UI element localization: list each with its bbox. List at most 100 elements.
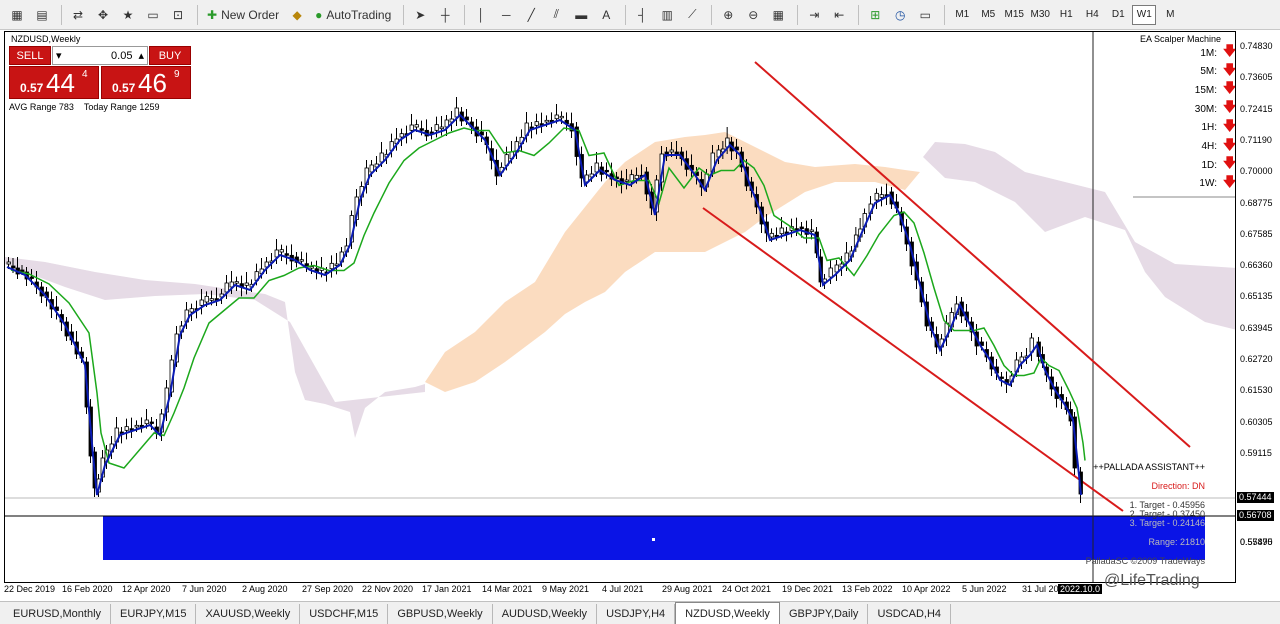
chart-tab[interactable]: XAUUSD,Weekly xyxy=(196,604,301,624)
line-chart-icon[interactable]: ⟋ xyxy=(681,4,703,26)
autoscroll-icon[interactable]: ⇥ xyxy=(803,4,825,26)
price-tick-label: 0.59115 xyxy=(1240,447,1272,458)
sell-quote[interactable]: 0.57 44 4 xyxy=(9,66,99,99)
candle-body xyxy=(419,128,424,131)
ea-row: 30M: 🡇 xyxy=(1155,99,1235,118)
symbol-title: NZDUSD,Weekly xyxy=(11,34,81,44)
price-tick-label: 0.68775 xyxy=(1240,197,1273,208)
indicators-icon[interactable]: ⊞ xyxy=(864,4,886,26)
vertical-line-icon[interactable]: │ xyxy=(470,4,492,26)
navigator-icon[interactable]: ✥ xyxy=(92,4,114,26)
chart-tab[interactable]: GBPUSD,Weekly xyxy=(388,604,493,624)
sell-button[interactable]: SELL xyxy=(9,46,51,65)
buy-quote-pips: 46 xyxy=(138,68,167,98)
candle-body xyxy=(604,169,609,173)
chart-tab[interactable]: NZDUSD,Weekly xyxy=(675,602,780,624)
time-tick-label: 13 Feb 2022 xyxy=(842,584,893,594)
candle-body xyxy=(209,298,214,301)
periods-icon[interactable]: ◷ xyxy=(889,4,911,26)
channel-icon[interactable]: ⫽ xyxy=(545,4,567,26)
chart-tab[interactable]: USDCHF,M15 xyxy=(300,604,389,624)
candlestick-icon[interactable]: ▥ xyxy=(656,4,678,26)
new-order-button[interactable]: ✚ New Order xyxy=(203,4,283,26)
chart-tab[interactable]: EURUSD,Monthly xyxy=(4,604,112,624)
text-icon[interactable]: A xyxy=(595,4,617,26)
rectangle-icon[interactable]: ▬ xyxy=(570,4,592,26)
favorites-icon[interactable]: ★ xyxy=(117,4,139,26)
terminal-icon[interactable]: ▭ xyxy=(142,4,164,26)
ea-row-label: 1W: xyxy=(1199,178,1217,190)
time-tick-label: 16 Feb 2020 xyxy=(62,584,113,594)
timeframe-m1[interactable]: M1 xyxy=(950,5,974,25)
chart-tab[interactable]: USDCAD,H4 xyxy=(868,604,952,624)
one-click-trading-panel: SELL ▾ 0.05 ▴ BUY 0.57 44 4 0.57 46 9 xyxy=(9,46,191,100)
toolbar-divider xyxy=(711,4,713,25)
time-tick-label: 10 Apr 2022 xyxy=(902,584,951,594)
candle-body xyxy=(144,419,149,425)
price-tick-label: 0.63945 xyxy=(1240,322,1273,333)
strategy-tester-icon[interactable]: ⊡ xyxy=(167,4,189,26)
sell-quote-fraction: 4 xyxy=(82,69,88,80)
lot-up-icon[interactable]: ▴ xyxy=(138,49,144,62)
candle-body xyxy=(399,133,404,138)
price-axis[interactable]: 0.57444 0.56708 0.74830 0.73605 0.72415 0.7… xyxy=(1236,31,1280,583)
pallada-direction: Direction: DN xyxy=(1151,481,1205,491)
metaeditor-icon[interactable]: ◆ xyxy=(286,4,308,26)
trendline-icon[interactable]: ╱ xyxy=(520,4,542,26)
chart-tab[interactable]: AUDUSD,Weekly xyxy=(493,604,598,624)
time-tick-label: 17 Jan 2021 xyxy=(422,584,472,594)
toolbar-divider xyxy=(197,4,198,25)
buy-button[interactable]: BUY xyxy=(149,46,191,65)
market-watch-icon[interactable]: ⇄ xyxy=(67,4,89,26)
chart-shift-icon[interactable]: ⇤ xyxy=(828,4,850,26)
time-tick-label: 24 Oct 2021 xyxy=(722,584,772,594)
timeframe-m30[interactable]: M30 xyxy=(1028,5,1052,25)
candle-body xyxy=(634,174,639,180)
new-chart-icon[interactable]: ▦ xyxy=(6,4,28,26)
profiles-icon[interactable]: ▤ xyxy=(31,4,53,26)
timeframe-h4[interactable]: H4 xyxy=(1080,5,1104,25)
candle-body xyxy=(554,114,559,120)
time-tick-label: 22 Nov 2020 xyxy=(362,584,414,594)
timeframe-w1[interactable]: W1 xyxy=(1132,4,1157,25)
chart-tab[interactable]: GBPJPY,Daily xyxy=(780,604,869,624)
chart-tab[interactable]: USDJPY,H4 xyxy=(597,604,676,624)
cursor-icon[interactable]: ➤ xyxy=(409,4,431,26)
templates-icon[interactable]: ▭ xyxy=(914,4,936,26)
pallada-range: Range: 21810 xyxy=(1148,537,1205,547)
timeframe-h1[interactable]: H1 xyxy=(1054,5,1078,25)
candle-body xyxy=(299,259,304,262)
chart-tab[interactable]: EURJPY,M15 xyxy=(111,604,197,624)
buy-quote[interactable]: 0.57 46 9 xyxy=(101,66,191,99)
horizontal-line-icon[interactable]: ─ xyxy=(495,4,517,26)
lot-size-field[interactable]: ▾ 0.05 ▴ xyxy=(52,46,148,65)
price-tick-label: 0.65135 xyxy=(1240,291,1273,302)
autotrading-button[interactable]: ● AutoTrading xyxy=(311,4,395,26)
bar-chart-icon[interactable]: ┤ xyxy=(631,4,653,26)
lot-down-icon[interactable]: ▾ xyxy=(56,49,62,62)
down-arrow-icon: 🡇 xyxy=(1223,173,1236,189)
chart-window[interactable]: NZDUSD,Weekly SELL ▾ 0.05 ▴ BUY 0.57 44 … xyxy=(4,31,1236,583)
price-tick-label: 0.70000 xyxy=(1240,166,1273,177)
candle-body xyxy=(809,229,814,232)
target-zone-marker xyxy=(652,538,655,541)
timeframe-m15[interactable]: M15 xyxy=(1002,5,1026,25)
timeframe-m5[interactable]: M5 xyxy=(976,5,1000,25)
candle-body xyxy=(29,276,34,279)
autotrading-icon: ● xyxy=(315,7,323,22)
price-tick-label: 0.67585 xyxy=(1240,228,1273,239)
toolbar-divider xyxy=(625,4,627,25)
pallada-title: ++PALLADA ASSISTANT++ xyxy=(1093,462,1205,472)
zoom-out-icon[interactable]: ⊖ xyxy=(742,4,764,26)
price-tick-label: 0.74830 xyxy=(1240,41,1273,51)
toolbar-divider xyxy=(797,4,799,25)
timeframe-d1[interactable]: D1 xyxy=(1106,5,1130,25)
price-tick-label: 0.62720 xyxy=(1240,354,1273,364)
timeframe-m[interactable]: M xyxy=(1158,5,1182,25)
time-axis[interactable]: 22 Dec 2019 16 Feb 2020 12 Apr 2020 7 Jun 2… xyxy=(4,583,1236,597)
tile-windows-icon[interactable]: ▦ xyxy=(767,4,789,26)
ichimoku-cloud-bear xyxy=(5,257,425,438)
crosshair-icon[interactable]: ┼ xyxy=(434,4,456,26)
zoom-in-icon[interactable]: ⊕ xyxy=(717,4,739,26)
time-tick-label: 22 Dec 2019 xyxy=(4,584,56,594)
